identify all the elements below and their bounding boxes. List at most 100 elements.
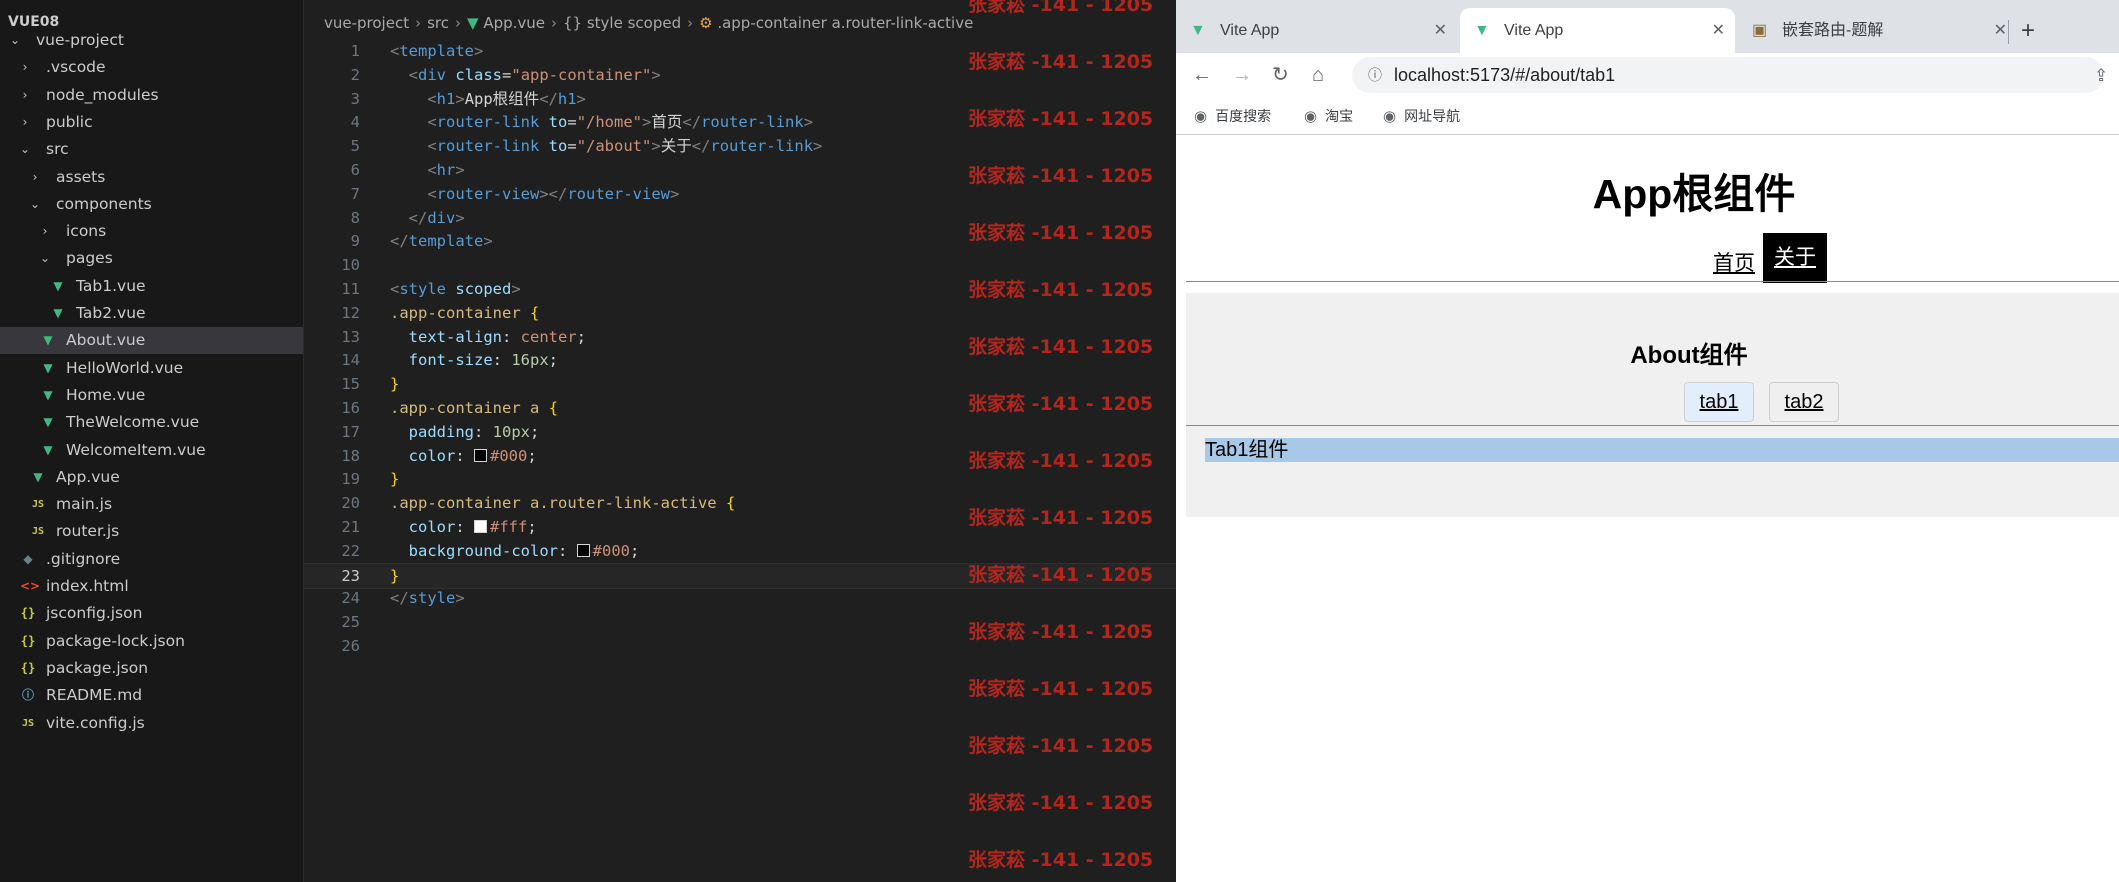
code-line-text: text-align: center; bbox=[408, 327, 587, 346]
file-tree-item[interactable]: ▼ TheWelcome.vue bbox=[0, 409, 303, 436]
browser-tab[interactable]: ▼ Vite App ✕ bbox=[1176, 8, 1457, 53]
code-line[interactable]: 17 padding: 10px; bbox=[304, 420, 1176, 444]
file-tree-item[interactable]: ⓘ README.md bbox=[0, 682, 303, 709]
vue-file-icon: ▼ bbox=[33, 469, 43, 484]
file-tree-item[interactable]: <> index.html bbox=[0, 573, 303, 600]
watermark-text: 张家菘 -141 - 1205 bbox=[968, 735, 1154, 757]
reload-icon[interactable]: ↻ bbox=[1272, 53, 1289, 98]
code-line[interactable]: 12 .app-container { bbox=[304, 301, 1176, 325]
nav-link-home[interactable]: 首页 bbox=[1706, 239, 1762, 283]
file-tree-label: index.html bbox=[46, 577, 129, 595]
close-tab-icon[interactable]: ✕ bbox=[1994, 8, 2007, 53]
code-line[interactable]: 5 <router-link to="/about">关于</router-li… bbox=[304, 134, 1176, 158]
browser-window: ▼ Vite App ✕ ▼ Vite App ✕ ▣ 嵌套路由-题解 ✕ + … bbox=[1176, 0, 2119, 882]
close-tab-icon[interactable]: ✕ bbox=[1712, 8, 1725, 53]
color-swatch[interactable] bbox=[474, 448, 488, 462]
file-tree-item[interactable]: {} jsconfig.json bbox=[0, 600, 303, 627]
file-tree-item[interactable]: › node_modules bbox=[0, 82, 303, 109]
browser-tab[interactable]: ▣ 嵌套路由-题解 ✕ bbox=[1738, 8, 2017, 53]
line-number: 2 bbox=[350, 65, 360, 84]
file-tree-item[interactable]: ▼ About.vue bbox=[0, 327, 303, 355]
file-tree-item[interactable]: JS vite.config.js bbox=[0, 710, 303, 737]
file-tree-item[interactable]: ⌄ pages bbox=[0, 245, 303, 272]
line-number: 11 bbox=[341, 280, 360, 298]
code-line-text: <router-link to="/home">首页</router-link> bbox=[427, 113, 814, 132]
breadcrumb-item[interactable]: .app-container a.router-link-active bbox=[717, 14, 973, 32]
code-line-text: .app-container a { bbox=[390, 399, 559, 417]
json-file-icon: {} bbox=[20, 606, 36, 621]
vite-favicon-icon: ▼ bbox=[1190, 22, 1206, 39]
file-tree-item[interactable]: ⌄ components bbox=[0, 191, 303, 218]
breadcrumb-item[interactable]: vue-project bbox=[324, 14, 409, 32]
sub-tab-link-tab1[interactable]: tab1 bbox=[1684, 382, 1754, 422]
color-swatch[interactable] bbox=[576, 543, 590, 557]
browser-tab-active[interactable]: ▼ Vite App ✕ bbox=[1460, 8, 1735, 53]
file-tree-item[interactable]: › icons bbox=[0, 218, 303, 245]
code-line-text: } bbox=[390, 375, 400, 394]
file-tree-item[interactable]: ⌄ src bbox=[0, 136, 303, 163]
close-tab-icon[interactable]: ✕ bbox=[1434, 8, 1447, 53]
file-tree-item[interactable]: › .vscode bbox=[0, 54, 303, 81]
file-tree-label: main.js bbox=[56, 495, 113, 514]
share-icon[interactable]: ⇪ bbox=[2094, 53, 2108, 98]
file-tree-item[interactable]: {} package-lock.json bbox=[0, 628, 303, 655]
watermark-text: 张家菘 -141 - 1205 bbox=[968, 678, 1154, 700]
vue-file-icon: ▼ bbox=[53, 278, 63, 293]
file-tree-item[interactable]: ▼ App.vue bbox=[0, 464, 303, 491]
file-tree-item[interactable]: ▼ Tab2.vue bbox=[0, 300, 303, 327]
code-editor[interactable]: vue-project › src › ▼ App.vue › {} style scope… bbox=[304, 0, 1176, 882]
line-number: 26 bbox=[341, 637, 360, 655]
address-bar[interactable]: ⓘ localhost:5173/#/about/tab1 bbox=[1352, 57, 2104, 93]
line-number: 19 bbox=[341, 470, 360, 489]
vue-file-icon: ▼ bbox=[43, 415, 53, 430]
file-tree-item[interactable]: › public bbox=[0, 109, 303, 136]
code-line-text: <h1>App根组件</h1> bbox=[427, 89, 586, 108]
file-tree-item[interactable]: ▼ Home.vue bbox=[0, 382, 303, 409]
home-icon[interactable]: ⌂ bbox=[1312, 53, 1324, 98]
bookmark-item[interactable]: ◉ 网址导航 bbox=[1383, 98, 1460, 134]
file-tree-item[interactable]: ◆ .gitignore bbox=[0, 546, 303, 573]
file-tree-item[interactable]: ▼ Tab1.vue bbox=[0, 273, 303, 300]
forward-icon[interactable]: → bbox=[1232, 53, 1252, 98]
chevron-right-icon: › bbox=[22, 87, 28, 102]
bookmark-item[interactable]: ◉ 百度搜索 bbox=[1194, 98, 1271, 134]
file-tree-label: .vscode bbox=[46, 58, 106, 77]
nav-link-about-active[interactable]: 关于 bbox=[1763, 233, 1827, 283]
browser-tab-title: Vite App bbox=[1504, 22, 1564, 39]
sub-tab-link-tab2[interactable]: tab2 bbox=[1769, 382, 1839, 422]
breadcrumb-item[interactable]: {} style scoped bbox=[563, 14, 681, 32]
code-line-text: .app-container { bbox=[390, 303, 540, 322]
line-number: 18 bbox=[341, 446, 360, 465]
chevron-right-icon: › bbox=[32, 169, 38, 184]
line-number: 15 bbox=[341, 375, 360, 394]
file-tree-item[interactable]: JS router.js bbox=[0, 518, 303, 545]
file-tree-label: Tab2.vue bbox=[76, 304, 146, 322]
breadcrumb-item[interactable]: src bbox=[427, 14, 449, 32]
file-tree-label: App.vue bbox=[56, 467, 120, 486]
vue-file-icon: ▼ bbox=[43, 333, 53, 348]
file-tree-item[interactable]: ▼ WelcomeItem.vue bbox=[0, 437, 303, 464]
vue-file-icon: ▼ bbox=[53, 306, 63, 320]
code-line-text: <template> bbox=[390, 42, 484, 60]
file-tree-label: package-lock.json bbox=[46, 631, 185, 650]
color-swatch[interactable] bbox=[474, 520, 488, 533]
site-info-icon[interactable]: ⓘ bbox=[1368, 57, 1382, 93]
breadcrumb-item[interactable]: App.vue bbox=[483, 14, 545, 32]
file-tree-item[interactable]: ⌄ vue-project bbox=[0, 27, 303, 54]
code-line[interactable]: 10 bbox=[304, 253, 1176, 277]
code-line-text: <style scoped> bbox=[390, 280, 521, 298]
new-tab-button[interactable]: + bbox=[2021, 8, 2035, 53]
back-icon[interactable]: ← bbox=[1192, 53, 1212, 98]
code-line-text: background-color: #000; bbox=[408, 541, 640, 560]
code-line-text: <hr> bbox=[427, 161, 465, 179]
info-file-icon: ⓘ bbox=[21, 688, 34, 703]
file-tree-item[interactable]: › assets bbox=[0, 164, 303, 191]
code-line[interactable]: 24 </style> bbox=[304, 586, 1176, 610]
bookmark-item[interactable]: ◉ 淘宝 bbox=[1304, 98, 1353, 134]
chevron-down-icon: ⌄ bbox=[19, 142, 31, 157]
file-tree-item[interactable]: JS main.js bbox=[0, 491, 303, 518]
file-tree-item[interactable]: ▼ HelloWorld.vue bbox=[0, 355, 303, 382]
divider bbox=[1186, 281, 2119, 282]
file-tree-item[interactable]: {} package.json bbox=[0, 655, 303, 682]
line-number: 23 bbox=[341, 566, 360, 585]
